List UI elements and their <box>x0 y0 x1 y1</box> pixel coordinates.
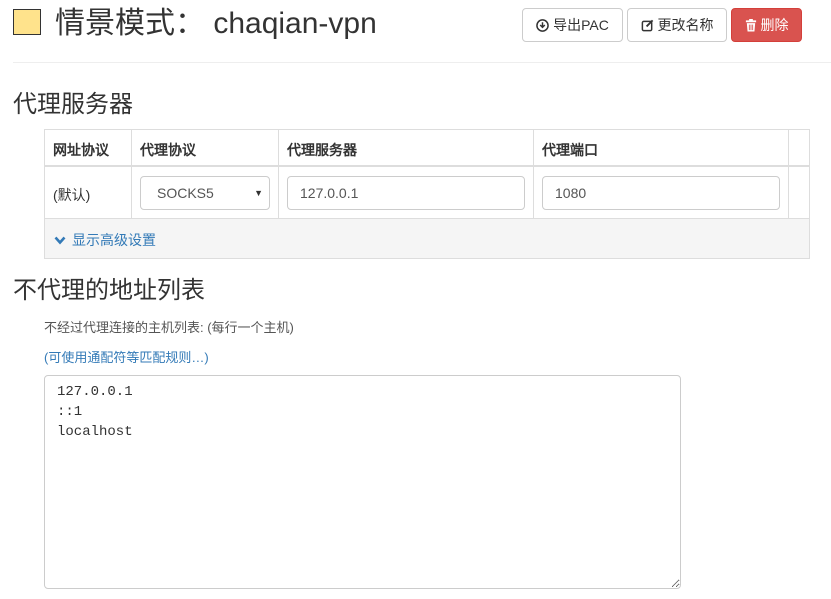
column-header-port: 代理端口 <box>542 142 598 158</box>
scheme-cell: (默认) <box>53 187 91 203</box>
proxy-section-heading: 代理服务器 <box>13 91 133 118</box>
delete-button[interactable]: 删除 <box>731 8 802 42</box>
proxy-table: 网址协议 代理协议 代理服务器 代理端口 (默认) SOCKS5 ▼ 127.0… <box>44 129 810 259</box>
chevron-down-icon <box>54 232 66 248</box>
proxy-port-input[interactable]: 1080 <box>542 176 780 210</box>
profile-color-swatch[interactable] <box>13 9 41 35</box>
edit-icon <box>641 19 654 32</box>
rename-button[interactable]: 更改名称 <box>627 8 727 42</box>
column-divider <box>278 130 279 219</box>
export-pac-button[interactable]: 导出PAC <box>522 8 623 42</box>
column-divider <box>533 130 534 219</box>
wildcard-rules-link[interactable]: (可使用通配符等匹配规则…) <box>44 347 209 366</box>
proxy-protocol-value: SOCKS5 <box>157 185 214 201</box>
column-header-protocol: 代理协议 <box>140 142 196 158</box>
show-advanced-label: 显示高级设置 <box>72 232 156 248</box>
select-caret-icon: ▼ <box>254 188 263 198</box>
proxy-server-value: 127.0.0.1 <box>300 185 359 201</box>
column-divider <box>131 130 132 219</box>
page-title: 情景模式： chaqian-vpn <box>55 7 377 40</box>
trash-icon <box>745 18 757 32</box>
header-divider <box>13 62 831 63</box>
show-advanced-link[interactable]: 显示高级设置 <box>54 230 156 250</box>
proxy-protocol-select[interactable]: SOCKS5 ▼ <box>140 176 270 210</box>
rename-label: 更改名称 <box>657 17 714 33</box>
proxy-server-input[interactable]: 127.0.0.1 <box>287 176 525 210</box>
download-circle-icon <box>536 18 549 32</box>
bypass-help-text: 不经过代理连接的主机列表: (每行一个主机) <box>44 320 294 335</box>
column-header-server: 代理服务器 <box>287 142 357 158</box>
export-pac-label: 导出PAC <box>553 17 609 33</box>
proxy-port-value: 1080 <box>555 185 587 201</box>
table-row: (默认) SOCKS5 ▼ 127.0.0.1 1080 <box>45 167 809 219</box>
advanced-settings-row: 显示高级设置 <box>45 219 809 258</box>
bypass-section-heading: 不代理的地址列表 <box>13 277 205 304</box>
column-header-scheme: 网址协议 <box>53 142 109 158</box>
delete-label: 删除 <box>760 17 789 33</box>
table-header-row: 网址协议 代理协议 代理服务器 代理端口 <box>45 130 809 167</box>
bypass-list-textarea[interactable] <box>44 375 681 589</box>
column-divider <box>788 130 789 219</box>
